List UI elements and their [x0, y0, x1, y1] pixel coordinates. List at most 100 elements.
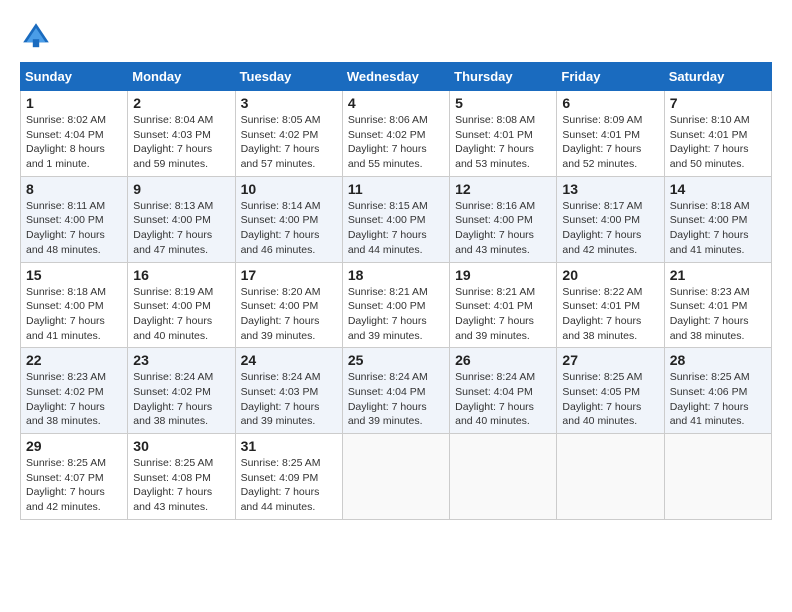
day-info: Sunrise: 8:18 AM Sunset: 4:00 PM Dayligh…: [670, 199, 766, 258]
day-info: Sunrise: 8:06 AM Sunset: 4:02 PM Dayligh…: [348, 113, 444, 172]
sunrise-label: Sunrise: 8:25 AM: [26, 457, 106, 469]
sunset-label: Sunset: 4:06 PM: [670, 386, 748, 398]
day-info: Sunrise: 8:25 AM Sunset: 4:05 PM Dayligh…: [562, 370, 658, 429]
logo-icon: [20, 20, 52, 52]
day-info: Sunrise: 8:24 AM Sunset: 4:04 PM Dayligh…: [348, 370, 444, 429]
day-header-sunday: Sunday: [21, 63, 128, 91]
calendar-cell: 6 Sunrise: 8:09 AM Sunset: 4:01 PM Dayli…: [557, 91, 664, 177]
day-info: Sunrise: 8:24 AM Sunset: 4:03 PM Dayligh…: [241, 370, 337, 429]
day-number: 28: [670, 352, 766, 368]
sunrise-label: Sunrise: 8:22 AM: [562, 286, 642, 298]
day-number: 23: [133, 352, 229, 368]
day-info: Sunrise: 8:16 AM Sunset: 4:00 PM Dayligh…: [455, 199, 551, 258]
sunrise-label: Sunrise: 8:05 AM: [241, 114, 321, 126]
page-header: [20, 20, 772, 52]
sunset-label: Sunset: 4:01 PM: [455, 129, 533, 141]
day-info: Sunrise: 8:04 AM Sunset: 4:03 PM Dayligh…: [133, 113, 229, 172]
day-number: 21: [670, 267, 766, 283]
daylight-label: Daylight: 7 hours and 53 minutes.: [455, 143, 534, 170]
daylight-label: Daylight: 7 hours and 42 minutes.: [26, 486, 105, 513]
calendar-cell: 8 Sunrise: 8:11 AM Sunset: 4:00 PM Dayli…: [21, 176, 128, 262]
daylight-label: Daylight: 7 hours and 40 minutes.: [455, 401, 534, 428]
calendar-cell: 7 Sunrise: 8:10 AM Sunset: 4:01 PM Dayli…: [664, 91, 771, 177]
calendar-cell: 2 Sunrise: 8:04 AM Sunset: 4:03 PM Dayli…: [128, 91, 235, 177]
daylight-label: Daylight: 7 hours and 44 minutes.: [241, 486, 320, 513]
day-info: Sunrise: 8:11 AM Sunset: 4:00 PM Dayligh…: [26, 199, 122, 258]
calendar-cell: 11 Sunrise: 8:15 AM Sunset: 4:00 PM Dayl…: [342, 176, 449, 262]
sunrise-label: Sunrise: 8:25 AM: [562, 371, 642, 383]
sunset-label: Sunset: 4:03 PM: [241, 386, 319, 398]
calendar-cell: 23 Sunrise: 8:24 AM Sunset: 4:02 PM Dayl…: [128, 348, 235, 434]
sunrise-label: Sunrise: 8:10 AM: [670, 114, 750, 126]
sunset-label: Sunset: 4:02 PM: [241, 129, 319, 141]
calendar-week-2: 8 Sunrise: 8:11 AM Sunset: 4:00 PM Dayli…: [21, 176, 772, 262]
daylight-label: Daylight: 8 hours and 1 minute.: [26, 143, 105, 170]
sunset-label: Sunset: 4:00 PM: [455, 214, 533, 226]
sunrise-label: Sunrise: 8:08 AM: [455, 114, 535, 126]
day-info: Sunrise: 8:25 AM Sunset: 4:06 PM Dayligh…: [670, 370, 766, 429]
day-number: 18: [348, 267, 444, 283]
day-number: 31: [241, 438, 337, 454]
sunset-label: Sunset: 4:04 PM: [26, 129, 104, 141]
day-number: 4: [348, 95, 444, 111]
sunrise-label: Sunrise: 8:19 AM: [133, 286, 213, 298]
day-number: 5: [455, 95, 551, 111]
sunset-label: Sunset: 4:04 PM: [348, 386, 426, 398]
day-info: Sunrise: 8:19 AM Sunset: 4:00 PM Dayligh…: [133, 285, 229, 344]
day-info: Sunrise: 8:25 AM Sunset: 4:09 PM Dayligh…: [241, 456, 337, 515]
daylight-label: Daylight: 7 hours and 52 minutes.: [562, 143, 641, 170]
day-info: Sunrise: 8:25 AM Sunset: 4:07 PM Dayligh…: [26, 456, 122, 515]
sunrise-label: Sunrise: 8:11 AM: [26, 200, 105, 212]
calendar-cell: 25 Sunrise: 8:24 AM Sunset: 4:04 PM Dayl…: [342, 348, 449, 434]
day-header-monday: Monday: [128, 63, 235, 91]
calendar-cell: [664, 434, 771, 520]
daylight-label: Daylight: 7 hours and 40 minutes.: [562, 401, 641, 428]
daylight-label: Daylight: 7 hours and 38 minutes.: [26, 401, 105, 428]
daylight-label: Daylight: 7 hours and 39 minutes.: [348, 315, 427, 342]
calendar-week-3: 15 Sunrise: 8:18 AM Sunset: 4:00 PM Dayl…: [21, 262, 772, 348]
calendar-cell: 1 Sunrise: 8:02 AM Sunset: 4:04 PM Dayli…: [21, 91, 128, 177]
sunset-label: Sunset: 4:03 PM: [133, 129, 211, 141]
calendar-cell: 15 Sunrise: 8:18 AM Sunset: 4:00 PM Dayl…: [21, 262, 128, 348]
day-info: Sunrise: 8:10 AM Sunset: 4:01 PM Dayligh…: [670, 113, 766, 172]
day-number: 14: [670, 181, 766, 197]
calendar-cell: 21 Sunrise: 8:23 AM Sunset: 4:01 PM Dayl…: [664, 262, 771, 348]
sunrise-label: Sunrise: 8:21 AM: [348, 286, 428, 298]
day-number: 22: [26, 352, 122, 368]
sunrise-label: Sunrise: 8:24 AM: [133, 371, 213, 383]
calendar-week-4: 22 Sunrise: 8:23 AM Sunset: 4:02 PM Dayl…: [21, 348, 772, 434]
calendar-table: SundayMondayTuesdayWednesdayThursdayFrid…: [20, 62, 772, 520]
daylight-label: Daylight: 7 hours and 55 minutes.: [348, 143, 427, 170]
daylight-label: Daylight: 7 hours and 46 minutes.: [241, 229, 320, 256]
daylight-label: Daylight: 7 hours and 42 minutes.: [562, 229, 641, 256]
sunset-label: Sunset: 4:00 PM: [348, 300, 426, 312]
daylight-label: Daylight: 7 hours and 48 minutes.: [26, 229, 105, 256]
sunrise-label: Sunrise: 8:20 AM: [241, 286, 321, 298]
day-info: Sunrise: 8:23 AM Sunset: 4:01 PM Dayligh…: [670, 285, 766, 344]
sunrise-label: Sunrise: 8:24 AM: [241, 371, 321, 383]
sunset-label: Sunset: 4:02 PM: [26, 386, 104, 398]
day-header-tuesday: Tuesday: [235, 63, 342, 91]
daylight-label: Daylight: 7 hours and 41 minutes.: [670, 229, 749, 256]
calendar-cell: 12 Sunrise: 8:16 AM Sunset: 4:00 PM Dayl…: [450, 176, 557, 262]
day-number: 24: [241, 352, 337, 368]
daylight-label: Daylight: 7 hours and 39 minutes.: [348, 401, 427, 428]
day-number: 20: [562, 267, 658, 283]
day-header-thursday: Thursday: [450, 63, 557, 91]
day-info: Sunrise: 8:02 AM Sunset: 4:04 PM Dayligh…: [26, 113, 122, 172]
calendar-cell: 14 Sunrise: 8:18 AM Sunset: 4:00 PM Dayl…: [664, 176, 771, 262]
day-info: Sunrise: 8:24 AM Sunset: 4:04 PM Dayligh…: [455, 370, 551, 429]
calendar-cell: 29 Sunrise: 8:25 AM Sunset: 4:07 PM Dayl…: [21, 434, 128, 520]
day-number: 13: [562, 181, 658, 197]
day-info: Sunrise: 8:21 AM Sunset: 4:01 PM Dayligh…: [455, 285, 551, 344]
daylight-label: Daylight: 7 hours and 41 minutes.: [26, 315, 105, 342]
calendar-cell: 24 Sunrise: 8:24 AM Sunset: 4:03 PM Dayl…: [235, 348, 342, 434]
sunset-label: Sunset: 4:00 PM: [133, 214, 211, 226]
daylight-label: Daylight: 7 hours and 38 minutes.: [562, 315, 641, 342]
sunset-label: Sunset: 4:01 PM: [455, 300, 533, 312]
day-info: Sunrise: 8:08 AM Sunset: 4:01 PM Dayligh…: [455, 113, 551, 172]
calendar-cell: 22 Sunrise: 8:23 AM Sunset: 4:02 PM Dayl…: [21, 348, 128, 434]
sunrise-label: Sunrise: 8:18 AM: [26, 286, 106, 298]
sunset-label: Sunset: 4:01 PM: [670, 129, 748, 141]
day-info: Sunrise: 8:24 AM Sunset: 4:02 PM Dayligh…: [133, 370, 229, 429]
